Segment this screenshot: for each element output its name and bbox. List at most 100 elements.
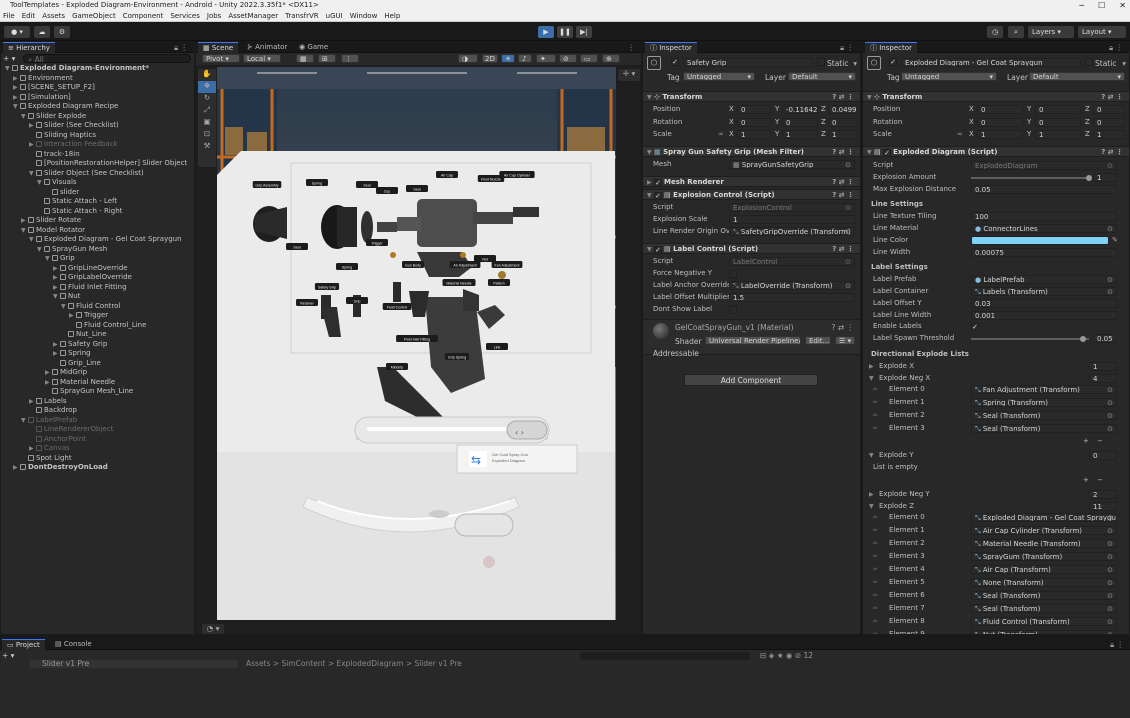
hierarchy-item[interactable]: ▶ [SCENE_SETUP_F2] [1, 83, 194, 93]
rotation-z[interactable]: 0 [1093, 118, 1125, 127]
label-offset-y-input[interactable]: 0.03 [971, 298, 1117, 308]
hierarchy-item[interactable]: Nut_Line [1, 330, 194, 340]
slider-track[interactable]: ‹ › [354, 416, 550, 444]
chevron-right-icon[interactable]: ▶ [29, 444, 36, 454]
hierarchy-search-input[interactable]: ⌕ All [23, 54, 191, 64]
static-checkbox[interactable] [817, 58, 825, 66]
chevron-down-icon[interactable]: ▼ [29, 235, 36, 245]
transform-header[interactable]: ▼ ⊹ Transform? ⇄ ⋮ [863, 91, 1129, 102]
pause-button[interactable]: ❚❚ [557, 26, 573, 38]
menu-jobs[interactable]: Jobs [207, 11, 221, 21]
chevron-down-icon[interactable]: ▼ [45, 254, 52, 264]
explode-z-element-field[interactable]: ⤡ Material Needle (Transform) ⊙ [971, 539, 1117, 549]
layers-dropdown[interactable]: Layers ▾ [1028, 26, 1074, 38]
lighting-icon[interactable]: ☀ [501, 54, 515, 63]
menu-window[interactable]: Window [350, 11, 378, 21]
chevron-down-icon[interactable]: ▼ [37, 178, 44, 188]
more-icon[interactable]: ⋮ [628, 43, 636, 52]
object-picker-icon[interactable]: ⊙ [1107, 553, 1113, 560]
drag-handle-icon[interactable]: ═ [873, 512, 877, 523]
play-button[interactable]: ▶ [538, 26, 554, 38]
hierarchy-item[interactable]: ▼ Exploded Diagram-Environment* [1, 64, 194, 74]
line-color-swatch[interactable] [971, 235, 1109, 245]
explode-z-element-field[interactable]: ⤡ Fluid Control (Transform) ⊙ [971, 616, 1117, 626]
meshrenderer-header[interactable]: ▶ ✓ Mesh Renderer? ⇄ ⋮ [643, 176, 860, 187]
position-y[interactable]: 0 [1035, 105, 1081, 114]
explosion-scale-input[interactable]: 1 [729, 215, 855, 224]
scale-z[interactable]: 1 [828, 130, 858, 139]
chevron-down-icon[interactable]: ▼ [29, 169, 36, 179]
shader-edit-button[interactable]: Edit... [805, 336, 831, 345]
folder-item[interactable]: Slider v1 Pre [30, 660, 238, 668]
minimize-button[interactable]: ─ [1079, 0, 1084, 11]
object-picker-icon[interactable]: ⊙ [1107, 566, 1113, 573]
labelcontrol-header[interactable]: ▼ ✓ ▤ Label Control (Script)? ⇄ ⋮ [643, 243, 860, 254]
active-checkbox[interactable]: ✓ [889, 58, 897, 66]
object-name-input[interactable]: Safety Grip [683, 58, 813, 67]
component-menu-icon[interactable]: ? ⇄ ⋮ [832, 190, 854, 200]
increment-snap-icon[interactable]: ⊞ [318, 54, 336, 63]
object-picker-icon[interactable]: ⊙ [1107, 579, 1113, 586]
chevron-down-icon[interactable]: ▼ [869, 501, 876, 512]
hierarchy-item[interactable]: ▶ Trigger [1, 311, 194, 321]
tab-console[interactable]: ▤ Console [50, 639, 97, 650]
scene-viewport[interactable]: Gel Coat Spray Gun Exploded Diagram ⇆ Gr… [217, 67, 616, 620]
add-element-button[interactable]: + [1083, 436, 1089, 447]
hierarchy-item[interactable]: Static Attach - Right [1, 207, 194, 217]
exploded-script-header[interactable]: ▼ ▤ ✓ Exploded Diagram (Script)? ⇄ ⋮ [863, 146, 1129, 157]
hierarchy-item[interactable]: ▶ MidGrip [1, 368, 194, 378]
drag-handle-icon[interactable]: ═ [873, 538, 877, 549]
hierarchy-item[interactable]: track-18in [1, 150, 194, 160]
rect-tool-icon[interactable]: ▣ [198, 117, 216, 129]
chevron-down-icon[interactable]: ▼ [53, 292, 60, 302]
account-button[interactable]: ● ▾ [4, 26, 30, 38]
drag-handle-icon[interactable]: ═ [873, 629, 877, 635]
chevron-down-icon[interactable]: ▼ [869, 450, 876, 461]
remove-element-button[interactable]: − [1097, 475, 1103, 486]
drag-handle-icon[interactable]: ═ [873, 603, 877, 614]
object-picker-icon[interactable]: ⊙ [1107, 412, 1113, 419]
explode-z-element-field[interactable]: ⤡ SprayGum (Transform) ⊙ [971, 552, 1117, 562]
mesh-field[interactable]: ▦ SprayGunSafetyGrip ⊙ [729, 160, 855, 169]
explosion-amount-knob[interactable] [1086, 174, 1092, 181]
shader-list-button[interactable]: ☰ ▾ [835, 336, 855, 345]
hierarchy-item[interactable]: SprayGun Mesh_Line [1, 387, 194, 397]
object-picker-icon[interactable]: ⊙ [1107, 527, 1113, 534]
enable-labels-checkbox[interactable]: ✓ [971, 322, 979, 331]
label-container-field[interactable]: ⤡ Labels (Transform) ⊙ [971, 287, 1117, 296]
chevron-right-icon[interactable]: ▶ [53, 283, 60, 293]
hierarchy-item[interactable]: Sliding Haptics [1, 131, 194, 141]
scale-z[interactable]: 1 [1093, 130, 1125, 139]
menu-transfrvr[interactable]: TransfrVR [285, 11, 319, 21]
menu-assetmanager[interactable]: AssetManager [228, 11, 278, 21]
scale-x[interactable]: 1 [977, 130, 1023, 139]
view-tool-icon[interactable]: ✋ [198, 69, 216, 81]
hierarchy-item[interactable]: slider [1, 188, 194, 198]
chevron-right-icon[interactable]: ▶ [13, 83, 20, 93]
object-picker-icon[interactable]: ⊙ [1107, 399, 1113, 406]
hierarchy-item[interactable]: ▼ Visuals [1, 178, 194, 188]
link-icon[interactable]: ∞ [718, 129, 724, 140]
drag-handle-icon[interactable]: ═ [873, 564, 877, 575]
label-anchor-field[interactable]: ⤡ LabelOverride (Transform) ⊙ [729, 281, 855, 290]
layer-dropdown[interactable]: Default ▾ [1029, 72, 1125, 81]
dont-show-label-checkbox[interactable] [729, 305, 737, 314]
chevron-down-icon[interactable]: ▼ [5, 64, 12, 74]
hierarchy-item[interactable]: ▶ Canvas [1, 444, 194, 454]
position-x[interactable]: 0 [737, 105, 771, 114]
object-picker-icon[interactable]: ⊙ [1107, 618, 1113, 625]
explode-z-element-field[interactable]: ⤡ Air Cap Cylinder (Transform) ⊙ [971, 526, 1117, 536]
label-line-width-input[interactable]: 0.001 [971, 310, 1117, 320]
local-dropdown[interactable]: Local ▾ [243, 54, 281, 63]
drag-handle-icon[interactable]: ═ [873, 590, 877, 601]
transform-tool-icon[interactable]: ⊡ [198, 129, 216, 141]
shader-dropdown[interactable]: Universal Render Pipeline/ ▾ [705, 336, 801, 345]
label-offset-multiplier-input[interactable]: 1.5 [729, 293, 855, 302]
menu-component[interactable]: Component [123, 11, 164, 21]
position-z[interactable]: 0.04995 [828, 105, 858, 114]
line-width-input[interactable]: 0.00075 [971, 247, 1117, 257]
object-name-input[interactable]: Exploded Diagram - Gel Coat Spraygun [901, 58, 1081, 67]
search-icon[interactable]: ⌕ [1008, 26, 1024, 38]
explode-z-element-field[interactable]: ⤡ Seal (Transform) ⊙ [971, 603, 1117, 613]
chevron-right-icon[interactable]: ▶ [29, 140, 36, 150]
